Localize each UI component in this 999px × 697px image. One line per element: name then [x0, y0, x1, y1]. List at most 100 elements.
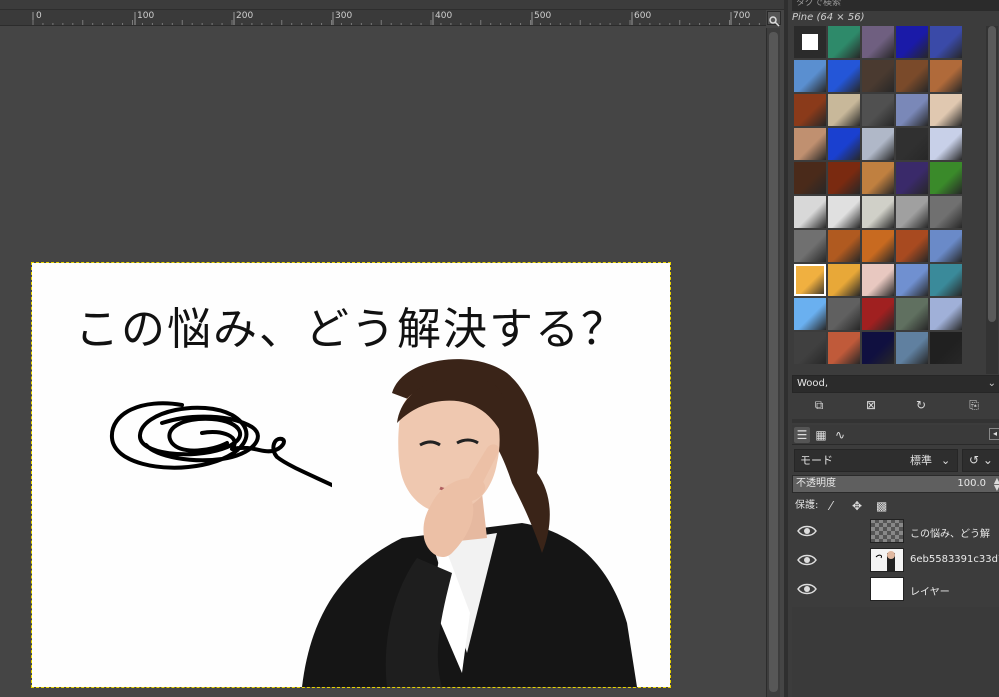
- pattern-swatch[interactable]: [862, 94, 894, 126]
- horizontal-ruler[interactable]: 0 100 200 300 400 500 600 700: [0, 10, 766, 26]
- paths-tab-icon[interactable]: ∿: [832, 427, 848, 443]
- tab-menu-icon[interactable]: ◂: [989, 428, 999, 440]
- layers-tab-icon[interactable]: ☰: [794, 427, 810, 443]
- pattern-swatch[interactable]: [896, 60, 928, 92]
- pattern-swatch[interactable]: [896, 196, 928, 228]
- ruler-label: 400: [435, 11, 453, 21]
- pattern-swatch[interactable]: [828, 26, 860, 58]
- pattern-toolbar: ⧉ ⊠ ↻ ⎘: [792, 395, 999, 417]
- canvas-area[interactable]: 0 100 200 300 400 500 600 700 この悩み、どう解決す…: [0, 0, 784, 697]
- layers-dock-tabs: ☰ ▦ ∿ ◂: [792, 425, 999, 445]
- eye-icon[interactable]: [797, 522, 817, 540]
- pattern-swatch[interactable]: [828, 264, 860, 296]
- pattern-swatch[interactable]: [862, 196, 894, 228]
- opacity-value: 100.0: [957, 478, 986, 489]
- pattern-scrollbar[interactable]: [986, 26, 998, 374]
- pattern-swatch[interactable]: [828, 94, 860, 126]
- layers-empty-area[interactable]: [792, 607, 999, 697]
- pattern-swatch[interactable]: [794, 162, 826, 194]
- pattern-swatch[interactable]: [930, 162, 962, 194]
- pattern-swatch[interactable]: [896, 332, 928, 364]
- pattern-swatch[interactable]: [896, 26, 928, 58]
- lock-position-icon[interactable]: ✥: [852, 497, 862, 515]
- pattern-swatch[interactable]: [896, 230, 928, 262]
- pattern-swatch[interactable]: [930, 26, 962, 58]
- pattern-swatch[interactable]: [896, 128, 928, 160]
- pattern-swatch[interactable]: [862, 60, 894, 92]
- mode-value: 標準: [910, 454, 932, 467]
- pattern-tag-combo[interactable]: Wood, ⌄: [792, 375, 999, 393]
- dock-separator[interactable]: [792, 419, 999, 423]
- right-dock: タグで検索 Pine (64 × 56) Wood, ⌄ ⧉ ⊠ ↻ ⎘ ☰ ▦…: [784, 0, 999, 697]
- pattern-swatch[interactable]: [794, 196, 826, 228]
- pattern-swatch[interactable]: [896, 94, 928, 126]
- pattern-swatch[interactable]: [930, 264, 962, 296]
- eye-icon[interactable]: [797, 551, 817, 569]
- pattern-swatch[interactable]: [794, 332, 826, 364]
- pattern-swatch[interactable]: [794, 26, 826, 58]
- pattern-swatch[interactable]: [862, 298, 894, 330]
- layer-name: レイヤー: [910, 587, 950, 598]
- mode-row: モード 標準 ⌄ ↺ ⌄: [794, 449, 999, 473]
- pattern-swatch[interactable]: [862, 332, 894, 364]
- pattern-swatch[interactable]: [930, 298, 962, 330]
- image-canvas[interactable]: この悩み、どう解決する？: [32, 263, 670, 687]
- pattern-swatch[interactable]: [896, 298, 928, 330]
- tag-search-input[interactable]: タグで検索: [792, 0, 999, 11]
- layer-row[interactable]: レイヤー: [792, 575, 999, 604]
- layer-name: この悩み、どう解: [910, 529, 990, 540]
- pattern-swatch[interactable]: [828, 298, 860, 330]
- pattern-swatch[interactable]: [896, 162, 928, 194]
- layer-row[interactable]: この悩み、どう解: [792, 517, 999, 546]
- pattern-swatch[interactable]: [862, 162, 894, 194]
- pattern-swatch[interactable]: [930, 60, 962, 92]
- eye-icon[interactable]: [797, 580, 817, 598]
- pattern-swatch[interactable]: [828, 162, 860, 194]
- pattern-swatch[interactable]: [794, 230, 826, 262]
- pattern-swatch[interactable]: [828, 332, 860, 364]
- scrollbar-thumb[interactable]: [769, 32, 778, 692]
- pattern-swatch[interactable]: [828, 196, 860, 228]
- reset-mode-button[interactable]: ↺ ⌄: [962, 449, 999, 472]
- pattern-grid[interactable]: [794, 26, 964, 374]
- layer-thumbnail: [870, 548, 904, 572]
- pattern-swatch[interactable]: [930, 94, 962, 126]
- pattern-swatch[interactable]: [828, 128, 860, 160]
- pattern-swatch[interactable]: [794, 264, 826, 296]
- pattern-tag-value: Wood,: [797, 378, 829, 389]
- pattern-swatch[interactable]: [930, 128, 962, 160]
- pattern-swatch[interactable]: [930, 332, 962, 364]
- pattern-swatch[interactable]: [794, 128, 826, 160]
- duplicate-icon[interactable]: ⧉: [812, 398, 826, 412]
- lock-pixels-icon[interactable]: ⁄: [830, 497, 832, 515]
- pattern-swatch[interactable]: [828, 230, 860, 262]
- pattern-swatch[interactable]: [794, 60, 826, 92]
- lock-row: 保護: ⁄ ✥ ▩: [792, 497, 999, 515]
- scrollbar-thumb[interactable]: [988, 26, 996, 322]
- refresh-icon[interactable]: ↻: [914, 398, 928, 412]
- pattern-swatch[interactable]: [930, 196, 962, 228]
- opacity-slider[interactable]: 不透明度 100.0 ▲ ▼: [792, 475, 999, 493]
- channels-tab-icon[interactable]: ▦: [813, 427, 829, 443]
- ruler-label: 0: [36, 11, 42, 21]
- pattern-swatch[interactable]: [930, 230, 962, 262]
- ruler-label: 700: [733, 11, 751, 21]
- pattern-swatch[interactable]: [862, 128, 894, 160]
- vertical-scrollbar[interactable]: [766, 28, 780, 697]
- delete-icon[interactable]: ⊠: [864, 398, 878, 412]
- pattern-swatch[interactable]: [896, 264, 928, 296]
- layer-name: 6eb5583391c33d78: [910, 554, 999, 565]
- mode-select[interactable]: モード 標準 ⌄: [794, 449, 958, 472]
- pattern-swatch[interactable]: [828, 60, 860, 92]
- pattern-swatch[interactable]: [794, 94, 826, 126]
- zoom-icon[interactable]: [767, 11, 781, 27]
- pattern-swatch[interactable]: [862, 230, 894, 262]
- ruler-label: 200: [236, 11, 254, 21]
- pattern-swatch[interactable]: [794, 298, 826, 330]
- layer-row[interactable]: 6eb5583391c33d78: [792, 546, 999, 575]
- pattern-swatch[interactable]: [862, 264, 894, 296]
- lock-alpha-icon[interactable]: ▩: [876, 497, 887, 515]
- open-as-image-icon[interactable]: ⎘: [967, 398, 981, 412]
- spin-arrows-icon[interactable]: ▲ ▼: [994, 477, 999, 492]
- pattern-swatch[interactable]: [862, 26, 894, 58]
